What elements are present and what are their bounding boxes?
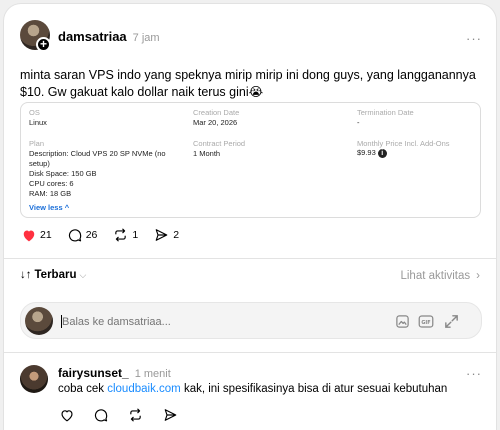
chevron-right-icon: › — [476, 270, 480, 282]
plan-line: CPU cores: 6 — [29, 179, 74, 188]
expand-icon[interactable] — [443, 313, 460, 330]
comment-time: 1 menit — [134, 368, 171, 380]
monthly-price-label: Monthly Price Incl. Add-Ons — [357, 139, 450, 148]
creation-date-value: Mar 20, 2026 — [193, 118, 238, 127]
reply-composer: GIF — [20, 302, 482, 339]
repost-button[interactable]: 1 — [113, 228, 138, 242]
comment-icon — [68, 228, 82, 242]
comment-actions — [60, 408, 178, 422]
follow-plus-icon[interactable]: + — [36, 37, 51, 52]
thread-card: + damsatriaa 7 jam ··· minta saran VPS i… — [3, 3, 497, 430]
view-activity-label: Lihat aktivitas — [400, 270, 471, 282]
like-button[interactable]: 21 — [22, 229, 52, 242]
avatar — [25, 307, 53, 335]
send-icon[interactable] — [163, 408, 178, 422]
comment-username[interactable]: fairysunset_ — [58, 366, 129, 380]
chevron-down-icon: ⌵ — [79, 269, 87, 280]
monthly-price-value: $9.93 — [357, 148, 376, 157]
info-icon[interactable]: i — [377, 148, 387, 158]
comment-text-after: kak, ini spesifikasinya bisa di atur ses… — [180, 383, 448, 395]
username[interactable]: damsatriaa — [58, 29, 127, 44]
comment-meta: fairysunset_ 1 menit — [58, 366, 171, 380]
comment-text-before: coba cek — [58, 383, 108, 395]
avatar[interactable] — [20, 365, 48, 393]
sort-arrows-icon: ↓↑ — [20, 269, 32, 281]
more-options-icon[interactable]: ··· — [466, 31, 482, 46]
contract-period-value: 1 Month — [193, 149, 221, 158]
comment-button[interactable]: 26 — [68, 228, 98, 242]
os-label: OS — [29, 108, 40, 117]
subscription-embed: OS Linux Creation Date Mar 20, 2026 Term… — [20, 102, 481, 218]
heart-icon[interactable] — [60, 409, 74, 422]
repost-icon — [113, 228, 128, 242]
repost-count: 1 — [132, 229, 139, 241]
comment-icon[interactable] — [94, 408, 108, 422]
repost-icon[interactable] — [128, 408, 143, 422]
termination-date-label: Termination Date — [357, 108, 414, 117]
plan-line: setup) — [29, 159, 50, 168]
divider — [4, 352, 496, 353]
share-button[interactable]: 2 — [154, 228, 179, 242]
gif-icon[interactable]: GIF — [418, 314, 434, 329]
sort-label: Terbaru — [34, 269, 77, 281]
plan-line: RAM: 18 GB — [29, 189, 72, 198]
view-activity-link[interactable]: Lihat aktivitas › — [400, 270, 480, 282]
os-value: Linux — [29, 118, 47, 127]
heart-filled-icon — [22, 229, 36, 242]
share-count: 2 — [173, 229, 180, 241]
plan-line: Disk Space: 150 GB — [29, 169, 97, 178]
comment-text: coba cek cloudbaik.com kak, ini spesifik… — [58, 383, 488, 395]
plan-line: Description: Cloud VPS 20 SP NVMe (no — [29, 149, 166, 158]
plan-label: Plan — [29, 139, 45, 148]
image-icon[interactable] — [395, 314, 410, 329]
creation-date-label: Creation Date — [193, 108, 240, 117]
more-options-icon[interactable]: ··· — [466, 366, 482, 381]
comment-link[interactable]: cloudbaik.com — [107, 383, 181, 395]
divider — [4, 258, 496, 259]
comment-count: 26 — [85, 229, 98, 241]
contract-period-label: Contract Period — [193, 139, 246, 148]
sort-dropdown[interactable]: ↓↑ Terbaru ⌵ — [20, 269, 86, 281]
post-time: 7 jam — [132, 32, 160, 44]
monthly-price: $9.93 i — [357, 148, 387, 158]
plan-details: Description: Cloud VPS 20 SP NVMe (no se… — [29, 149, 189, 199]
post-meta: damsatriaa 7 jam — [58, 29, 160, 44]
post-actions: 21 26 1 2 — [22, 228, 179, 242]
send-icon — [154, 228, 169, 242]
reply-input[interactable] — [62, 313, 362, 330]
termination-date-value: - — [357, 118, 360, 127]
svg-text:GIF: GIF — [421, 320, 430, 326]
view-less-link[interactable]: View less ^ — [29, 203, 69, 212]
post-text: minta saran VPS indo yang speknya mirip … — [20, 68, 476, 99]
like-count: 21 — [40, 229, 52, 241]
